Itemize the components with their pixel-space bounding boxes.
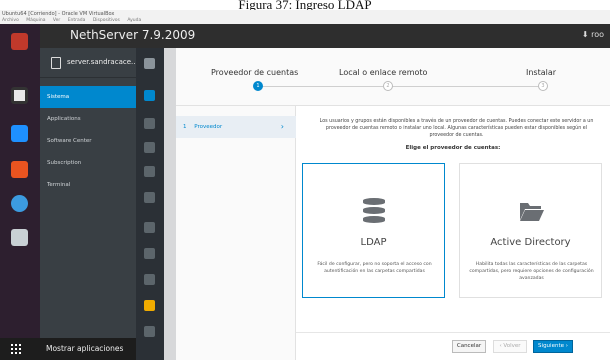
main-panel: Proveedor de cuentas Local o enlace remo… xyxy=(164,48,610,360)
vm-menu-item[interactable]: Máquina xyxy=(26,18,45,23)
vm-menu-item[interactable]: Archivo xyxy=(2,18,19,23)
vm-menu-item[interactable]: Entrada xyxy=(68,18,86,23)
step-3-dot[interactable]: 3 xyxy=(538,81,548,91)
vm-menu-item[interactable]: Dispositivos xyxy=(93,18,120,23)
server-icon xyxy=(51,57,61,69)
substep-label: Proveedor xyxy=(194,124,223,130)
folder-open-icon xyxy=(520,203,544,221)
cancel-button[interactable]: Cancelar xyxy=(452,340,486,353)
vm-menu-item[interactable]: Ayuda xyxy=(127,18,141,23)
help-launcher[interactable] xyxy=(5,190,34,217)
software-launcher[interactable] xyxy=(5,156,34,183)
disks-launcher[interactable] xyxy=(5,82,34,109)
sidebar-item-software-center[interactable]: Software Center xyxy=(40,130,136,152)
files-icon xyxy=(11,33,28,50)
main-left-border xyxy=(164,48,176,360)
step-1-dot[interactable]: 1 xyxy=(253,81,263,91)
provider-intro-text: Los usuarios y grupos están disponibles … xyxy=(319,119,594,139)
settings-icon[interactable] xyxy=(144,248,155,259)
cockpit-sidebar: server.sandracace... Sistema Application… xyxy=(40,48,138,360)
drive-icon xyxy=(11,229,28,246)
server-name: server.sandracace... xyxy=(67,58,138,66)
host-title: NethServer 7.9.2009 xyxy=(70,28,196,42)
sidebar-item-subscription[interactable]: Subscription xyxy=(40,152,136,174)
help-icon xyxy=(11,195,28,212)
next-button[interactable]: Siguiente › xyxy=(533,340,573,353)
step-1-label: Proveedor de cuentas xyxy=(211,68,299,77)
writer-launcher[interactable] xyxy=(5,120,34,147)
vm-menu-item[interactable]: Ver xyxy=(53,18,60,23)
show-apps-label: Mostrar aplicaciones xyxy=(46,344,124,353)
apps-grid-icon xyxy=(11,344,21,354)
wizard-footer: Cancelar ‹ Volver Siguiente › xyxy=(296,332,610,360)
section-icon-strip xyxy=(136,48,164,360)
user-menu[interactable]: ⬇ roo xyxy=(582,30,604,39)
step-2-label: Local o enlace remoto xyxy=(339,68,428,77)
storage-icon[interactable] xyxy=(144,222,155,233)
sidebar-item-terminal[interactable]: Terminal xyxy=(40,174,136,196)
substep-nav: 1 Proveedor › xyxy=(176,106,296,360)
refresh-icon[interactable] xyxy=(144,274,155,285)
substep-number: 1 xyxy=(183,124,187,130)
ldap-option-card[interactable]: LDAP Fácil de configurar, pero no soport… xyxy=(302,163,445,298)
grid-icon[interactable] xyxy=(144,166,155,177)
logout-icon[interactable] xyxy=(144,326,155,337)
wizard-steps: Proveedor de cuentas Local o enlace remo… xyxy=(176,48,610,106)
ldap-option-title: LDAP xyxy=(360,237,387,248)
back-button[interactable]: ‹ Volver xyxy=(493,340,527,353)
network-icon[interactable] xyxy=(144,192,155,203)
wrench-icon[interactable] xyxy=(144,58,155,69)
chevron-right-icon: › xyxy=(280,122,284,131)
wizard-content: Los usuarios y grupos están disponibles … xyxy=(296,106,610,360)
step-2-dot[interactable]: 2 xyxy=(383,81,393,91)
accounts-provider-wizard: Proveedor de cuentas Local o enlace remo… xyxy=(176,48,610,360)
database-icon xyxy=(363,198,385,224)
dashboard-icon[interactable] xyxy=(144,90,155,101)
active-directory-option-card[interactable]: Active Directory Habilita todas las cara… xyxy=(459,163,602,298)
ldap-option-desc: Fácil de configurar, pero no soporta el … xyxy=(317,262,432,274)
document-icon xyxy=(11,125,28,142)
software-bag-icon xyxy=(11,161,28,178)
vm-window-title: Ubuntu64 [Corriendo] - Oracle VM Virtual… xyxy=(0,10,610,18)
step-connector xyxy=(388,86,538,87)
show-apps-bar[interactable]: Mostrar aplicaciones xyxy=(0,338,136,360)
figure-caption: Figura 37: Ingreso LDAP xyxy=(0,0,610,10)
drive-launcher[interactable] xyxy=(5,224,34,251)
tools-icon[interactable] xyxy=(144,118,155,129)
ad-option-title: Active Directory xyxy=(490,237,571,248)
list-icon[interactable] xyxy=(144,142,155,153)
choose-provider-label: Elige el proveedor de cuentas: xyxy=(405,145,501,151)
step-3-label: Instalar xyxy=(526,68,557,77)
launcher-dock xyxy=(0,24,40,360)
warning-icon[interactable] xyxy=(144,300,155,311)
server-selector[interactable]: server.sandracace... xyxy=(40,48,138,78)
sidebar-item-sistema[interactable]: Sistema xyxy=(40,86,136,108)
files-launcher[interactable] xyxy=(5,28,34,55)
disk-icon xyxy=(11,87,28,104)
top-bar: NethServer 7.9.2009 ⬇ roo xyxy=(40,24,610,48)
ad-option-desc: Habilita todas las características de la… xyxy=(469,262,594,281)
substep-proveedor[interactable]: 1 Proveedor › xyxy=(176,116,296,138)
step-connector xyxy=(258,86,383,87)
sidebar-item-applications[interactable]: Applications xyxy=(40,108,136,130)
